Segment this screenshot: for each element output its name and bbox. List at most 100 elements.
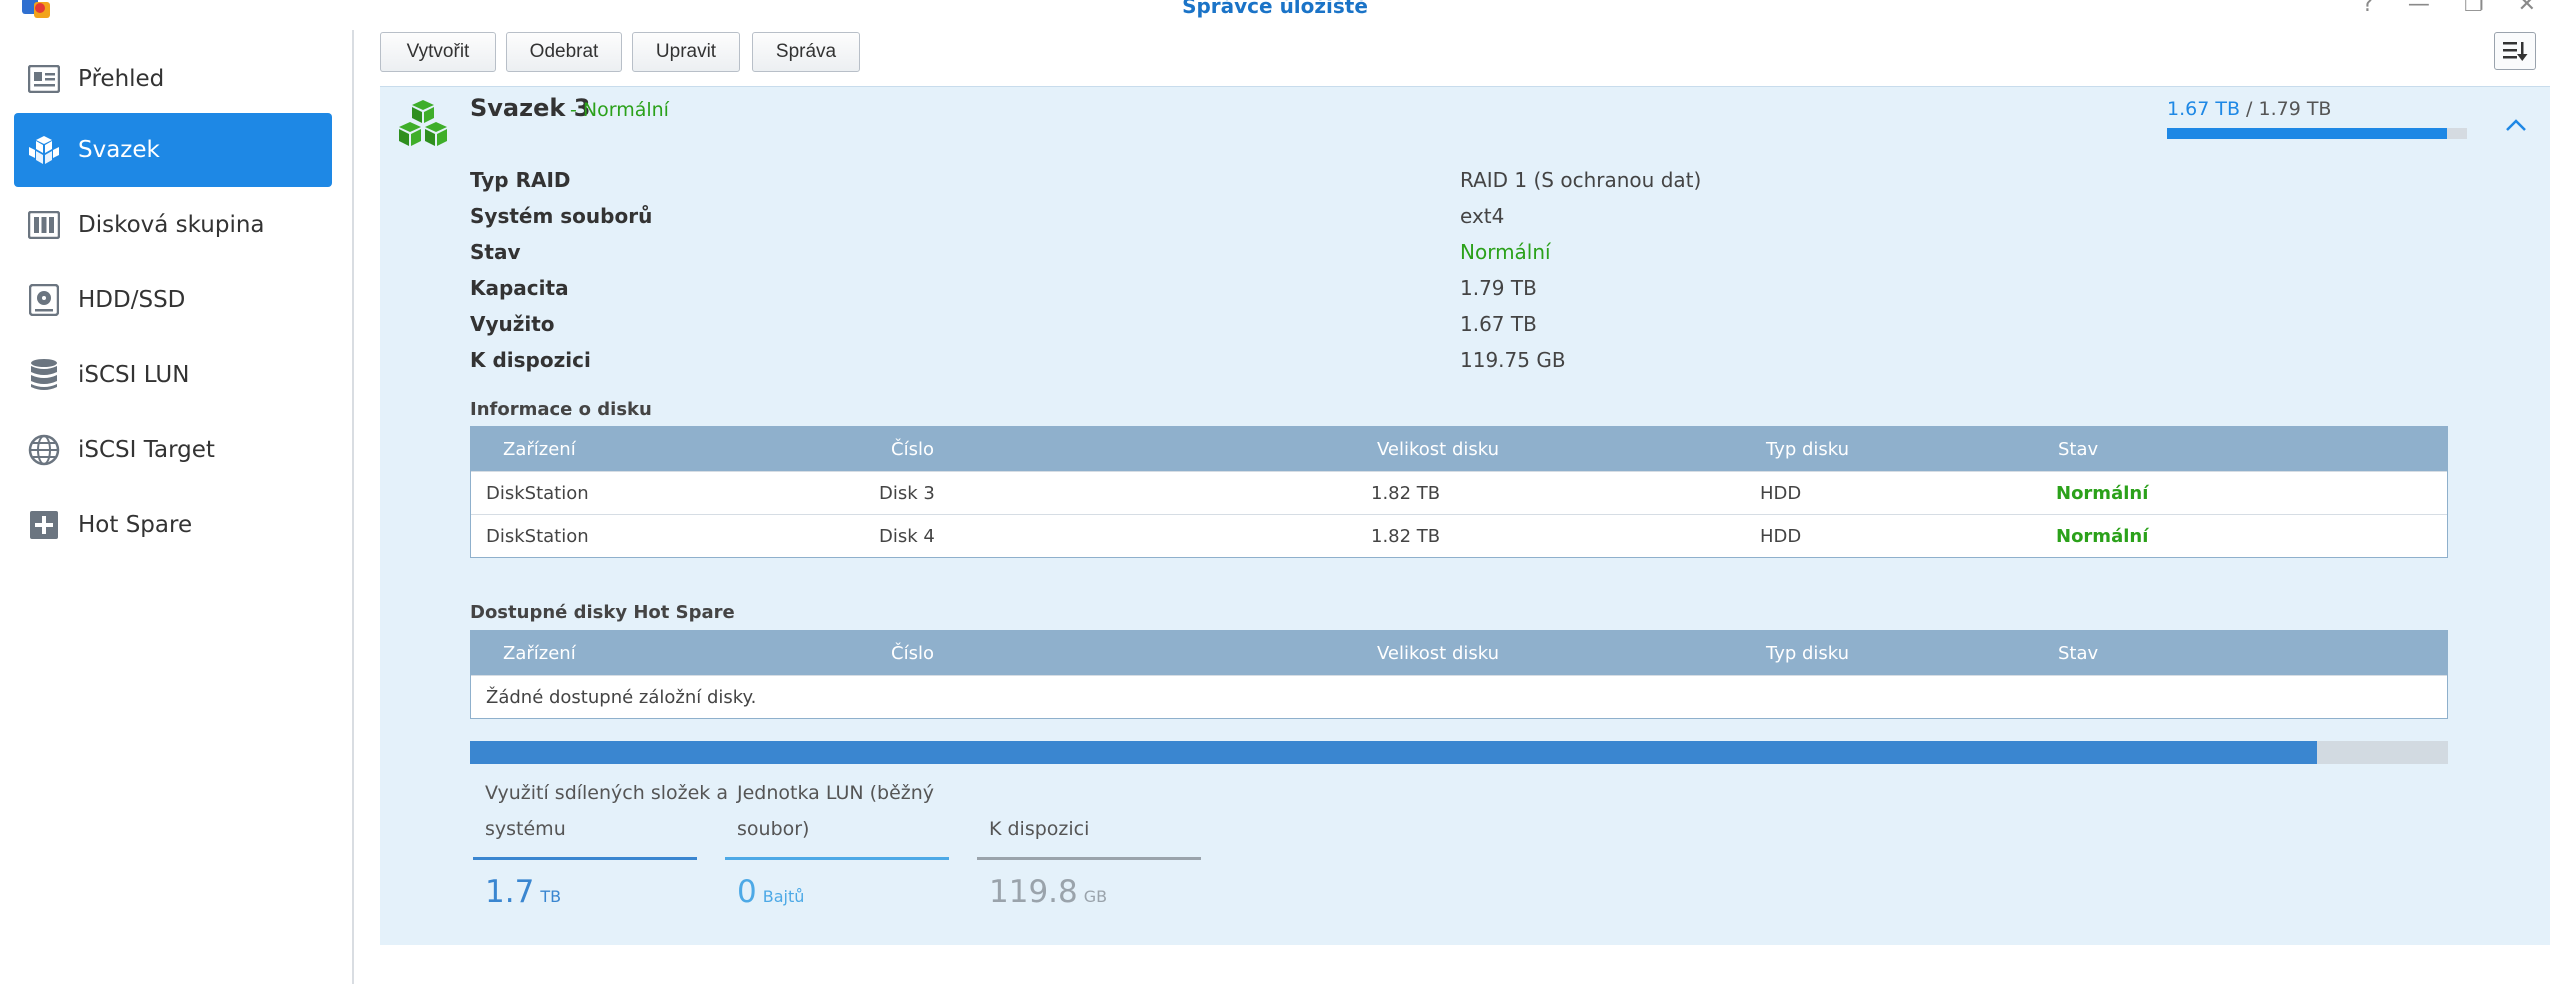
- prop-value-available: 119.75 GB: [1460, 348, 1566, 372]
- sidebar-item-label: Svazek: [78, 137, 160, 163]
- table-header: Zařízení Číslo Velikost disku Typ disku …: [471, 631, 2447, 675]
- cell-size: 1.82 TB: [1371, 526, 1441, 547]
- column-header[interactable]: Číslo: [891, 643, 934, 664]
- legend-label-line: [989, 775, 1089, 811]
- cell-type: HDD: [1760, 483, 1802, 504]
- sidebar-item-label: iSCSI LUN: [78, 362, 190, 388]
- volume-icon: [26, 132, 62, 168]
- prop-value-raid: RAID 1 (S ochranou dat): [1460, 168, 1702, 192]
- legend-label-line: soubor): [737, 818, 810, 840]
- sidebar-item-label: Přehled: [78, 66, 165, 92]
- hot-spare-title: Dostupné disky Hot Spare: [470, 602, 735, 623]
- column-header[interactable]: Číslo: [891, 439, 934, 460]
- table-row[interactable]: DiskStation Disk 3 1.82 TB HDD Normální: [471, 471, 2447, 514]
- column-header[interactable]: Typ disku: [1766, 643, 1849, 664]
- legend-value-lun: 0 Bajtů: [737, 874, 804, 910]
- chevron-up-icon[interactable]: [2503, 112, 2529, 138]
- sidebar-item-label: Hot Spare: [78, 512, 193, 538]
- legend-number: 119.8: [989, 874, 1078, 910]
- column-header[interactable]: Stav: [2058, 643, 2098, 664]
- restore-icon[interactable]: ❐: [2464, 0, 2484, 17]
- legend-label-line: Jednotka LUN (běžný: [737, 782, 935, 804]
- column-header[interactable]: Zařízení: [503, 439, 576, 460]
- cell-number: Disk 4: [879, 526, 935, 547]
- volume-usage-bar: [2167, 128, 2467, 139]
- legend-line-available: [977, 857, 1201, 860]
- sidebar-item-label: iSCSI Target: [78, 437, 215, 463]
- volume-cubes-icon: [399, 100, 447, 146]
- manage-button[interactable]: Správa: [752, 32, 860, 72]
- volume-usage-fill: [2167, 128, 2447, 139]
- close-icon[interactable]: ✕: [2518, 0, 2536, 17]
- prop-label-available: K dispozici: [470, 348, 591, 372]
- title-bar: Správce úložiště ? — ❐ ✕: [0, 0, 2550, 22]
- sidebar-item-label: HDD/SSD: [78, 287, 186, 313]
- legend-number: 1.7: [485, 874, 535, 910]
- sidebar-item-iscsi-lun[interactable]: iSCSI LUN: [14, 338, 332, 412]
- disk-info-table: Zařízení Číslo Velikost disku Typ disku …: [470, 426, 2448, 558]
- legend-label-line: K dispozici: [989, 818, 1090, 840]
- minimize-icon[interactable]: —: [2408, 0, 2430, 17]
- prop-label-raid: Typ RAID: [470, 168, 571, 192]
- legend-line-lun: [725, 857, 949, 860]
- legend-label-lun: Jednotka LUN (běžný soubor): [737, 775, 934, 847]
- prop-value-capacity: 1.79 TB: [1460, 276, 1537, 300]
- sidebar: Přehled Svazek Disková skupina HDD/SSD i…: [0, 30, 354, 984]
- sidebar-item-label: Disková skupina: [78, 212, 265, 238]
- legend-label-available: K dispozici: [989, 775, 1089, 847]
- plus-box-icon: [26, 507, 62, 543]
- disk-info-title: Informace o disku: [470, 399, 652, 420]
- sidebar-item-iscsi-target[interactable]: iSCSI Target: [14, 413, 332, 487]
- prop-value-status: Normální: [1460, 240, 1551, 264]
- database-icon: [26, 357, 62, 393]
- legend-value-shared: 1.7 TB: [485, 874, 561, 910]
- sort-button[interactable]: [2494, 32, 2536, 70]
- used-capacity: 1.67 TB: [2167, 98, 2240, 120]
- remove-button[interactable]: Odebrat: [506, 32, 622, 72]
- cell-device: DiskStation: [486, 483, 589, 504]
- sort-icon: [2503, 42, 2528, 61]
- prop-label-filesystem: Systém souborů: [470, 204, 653, 228]
- sidebar-item-hdd-ssd[interactable]: HDD/SSD: [14, 263, 332, 337]
- edit-button[interactable]: Upravit: [632, 32, 740, 72]
- globe-icon: [26, 432, 62, 468]
- table-row[interactable]: DiskStation Disk 4 1.82 TB HDD Normální: [471, 514, 2447, 557]
- cell-status: Normální: [2056, 526, 2149, 547]
- help-icon[interactable]: ?: [2362, 0, 2374, 17]
- hot-spare-table: Zařízení Číslo Velikost disku Typ disku …: [470, 630, 2448, 719]
- legend-value-available: 119.8 GB: [989, 874, 1107, 910]
- table-header: Zařízení Číslo Velikost disku Typ disku …: [471, 427, 2447, 471]
- capacity-breakdown-bar: [470, 741, 2448, 764]
- volume-status: - Normální: [570, 99, 669, 121]
- sidebar-item-overview[interactable]: Přehled: [14, 42, 332, 116]
- column-header[interactable]: Velikost disku: [1377, 439, 1499, 460]
- column-header[interactable]: Velikost disku: [1377, 643, 1499, 664]
- legend-number: 0: [737, 874, 757, 910]
- overview-icon: [26, 61, 62, 97]
- hdd-icon: [26, 282, 62, 318]
- column-header[interactable]: Typ disku: [1766, 439, 1849, 460]
- empty-row: Žádné dostupné záložní disky.: [471, 675, 2447, 718]
- legend-label-line: Využití sdílených složek a: [485, 782, 728, 804]
- window-title: Správce úložiště: [1182, 0, 1368, 18]
- legend-line-shared: [473, 857, 697, 860]
- volume-usage-text: 1.67 TB / 1.79 TB: [2167, 98, 2331, 120]
- capacity-breakdown-fill: [470, 741, 2318, 764]
- empty-message: Žádné dostupné záložní disky.: [486, 687, 757, 708]
- total-capacity: 1.79 TB: [2258, 98, 2332, 120]
- sidebar-item-hot-spare[interactable]: Hot Spare: [14, 488, 332, 562]
- legend-label-shared: Využití sdílených složek a systému: [485, 775, 728, 847]
- prop-label-used: Využito: [470, 312, 555, 336]
- usage-separator: /: [2240, 98, 2259, 120]
- column-header[interactable]: Zařízení: [503, 643, 576, 664]
- prop-label-capacity: Kapacita: [470, 276, 569, 300]
- prop-value-used: 1.67 TB: [1460, 312, 1537, 336]
- sidebar-item-volume[interactable]: Svazek: [14, 113, 332, 187]
- cell-device: DiskStation: [486, 526, 589, 547]
- column-header[interactable]: Stav: [2058, 439, 2098, 460]
- legend-label-line: systému: [485, 818, 566, 840]
- create-button[interactable]: Vytvořit: [380, 32, 496, 72]
- sidebar-item-disk-group[interactable]: Disková skupina: [14, 188, 332, 262]
- cell-number: Disk 3: [879, 483, 935, 504]
- legend-unit: GB: [1083, 887, 1108, 906]
